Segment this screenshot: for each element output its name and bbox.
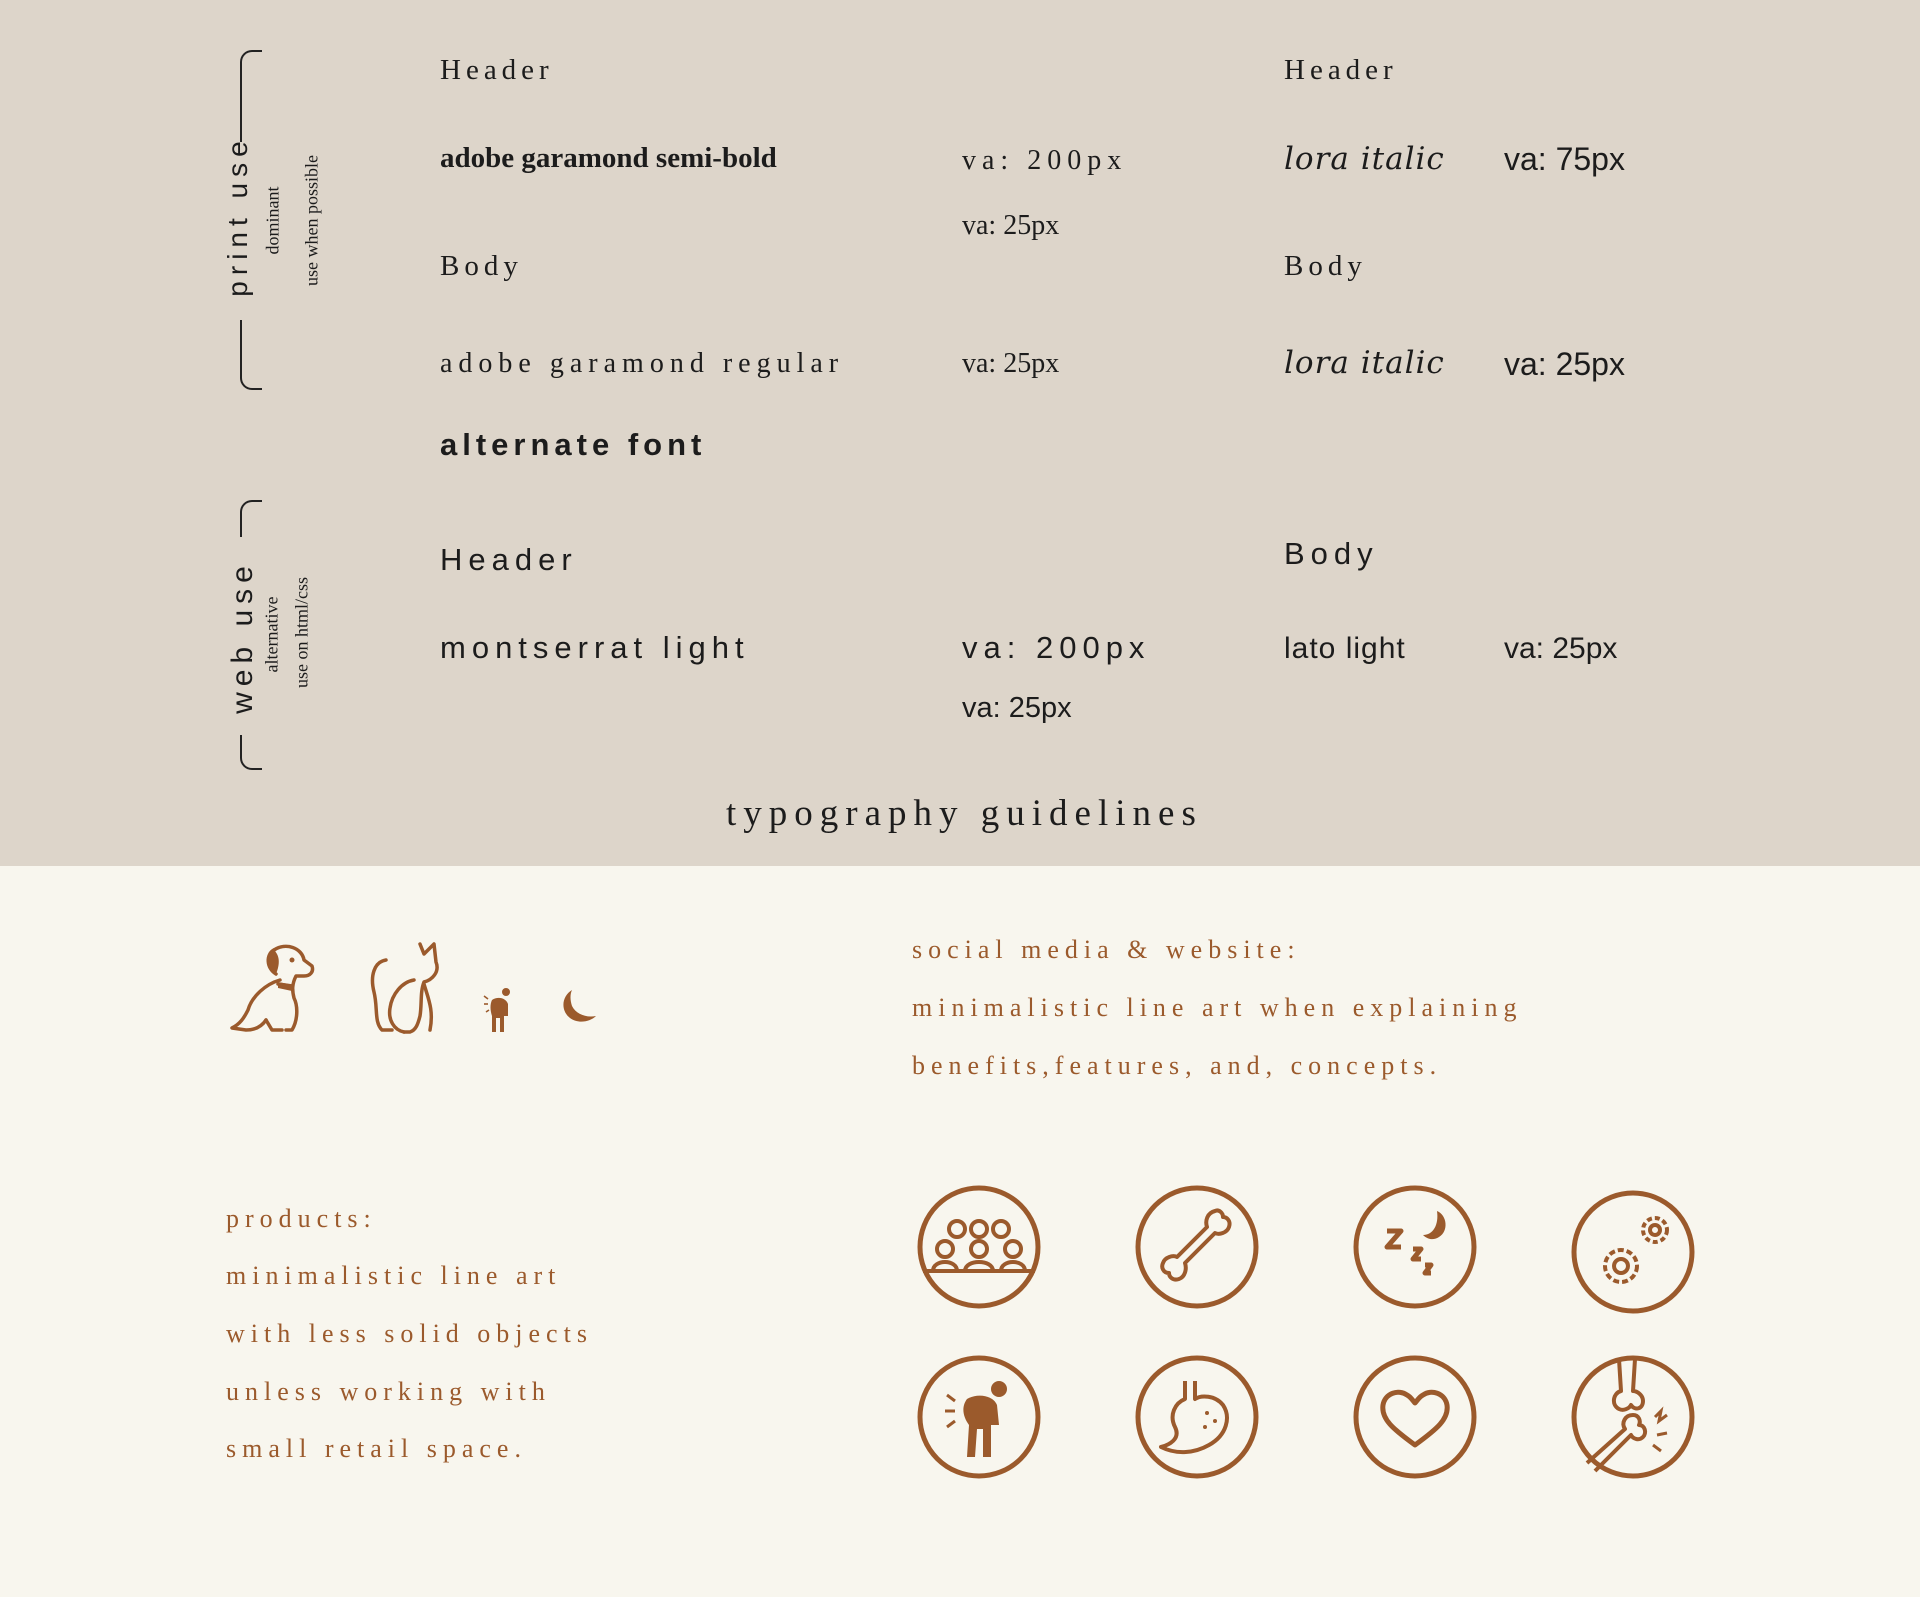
- typography-panel: [0, 0, 1920, 866]
- web-header-label: Header: [440, 542, 578, 577]
- web-bracket-bottom: [240, 735, 262, 770]
- web-header-va2: va: 25px: [962, 692, 1072, 724]
- social-line-2: minimalistic line art when explaining: [912, 993, 1523, 1022]
- print-header-font: adobe garamond semi-bold: [440, 142, 777, 174]
- web-body-font: lato light: [1284, 632, 1406, 665]
- products-line-5: small retail space.: [226, 1434, 527, 1463]
- social-line-1: social media & website:: [912, 935, 1301, 964]
- page-title: typography guidelines: [726, 793, 1203, 834]
- gears-icon: [1571, 1190, 1695, 1314]
- print-use-sub2: use when possible: [301, 155, 322, 286]
- web-use-sub1: alternative: [261, 596, 282, 673]
- print-header-va2: va: 25px: [962, 210, 1060, 241]
- joint-pain-icon: [1571, 1355, 1695, 1479]
- web-body-va: va: 25px: [1504, 632, 1618, 665]
- print-use-label: print use: [222, 135, 253, 297]
- print-bracket-bottom: [240, 320, 262, 390]
- products-line-3: with less solid objects: [226, 1319, 593, 1348]
- print-right-header-label: Header: [1284, 54, 1398, 86]
- print-use-sub1: dominant: [262, 186, 283, 255]
- print-right-header-font: lora italic: [1284, 141, 1445, 177]
- bone-icon: [1135, 1185, 1259, 1309]
- web-use-sub2: use on html/css: [291, 577, 312, 688]
- web-header-font: montserrat light: [440, 630, 750, 665]
- products-line-2: minimalistic line art: [226, 1261, 562, 1290]
- products-line-1: products:: [226, 1204, 377, 1233]
- print-body-font: adobe garamond regular: [440, 348, 845, 379]
- stomach-icon: [1135, 1355, 1259, 1479]
- back-pain-icon: [917, 1355, 1041, 1479]
- dog-icon: [230, 944, 315, 1032]
- products-line-4: unless working with: [226, 1377, 551, 1406]
- web-bracket-top: [240, 500, 262, 537]
- print-body-label: Body: [440, 250, 523, 282]
- web-body-label: Body: [1284, 536, 1379, 571]
- heart-icon: [1353, 1355, 1477, 1479]
- social-line-3: benefits,features, and, concepts.: [912, 1051, 1443, 1080]
- back-pain-person-icon: [483, 988, 510, 1032]
- print-body-va: va: 25px: [962, 348, 1060, 379]
- print-header-label: Header: [440, 54, 554, 86]
- web-use-label: web use: [226, 560, 259, 714]
- alternate-font-label: alternate font: [440, 427, 707, 462]
- sleep-icon: [1353, 1185, 1477, 1309]
- print-right-body-label: Body: [1284, 250, 1367, 282]
- print-right-header-va: va: 75px: [1504, 141, 1625, 177]
- cat-icon: [370, 942, 439, 1034]
- print-right-body-font: lora italic: [1284, 345, 1445, 381]
- moon-icon: [563, 990, 596, 1022]
- print-header-va: va: 200px: [962, 145, 1128, 176]
- web-header-va: va: 200px: [962, 630, 1151, 665]
- group-people-icon: [917, 1185, 1041, 1309]
- print-right-body-va: va: 25px: [1504, 346, 1625, 382]
